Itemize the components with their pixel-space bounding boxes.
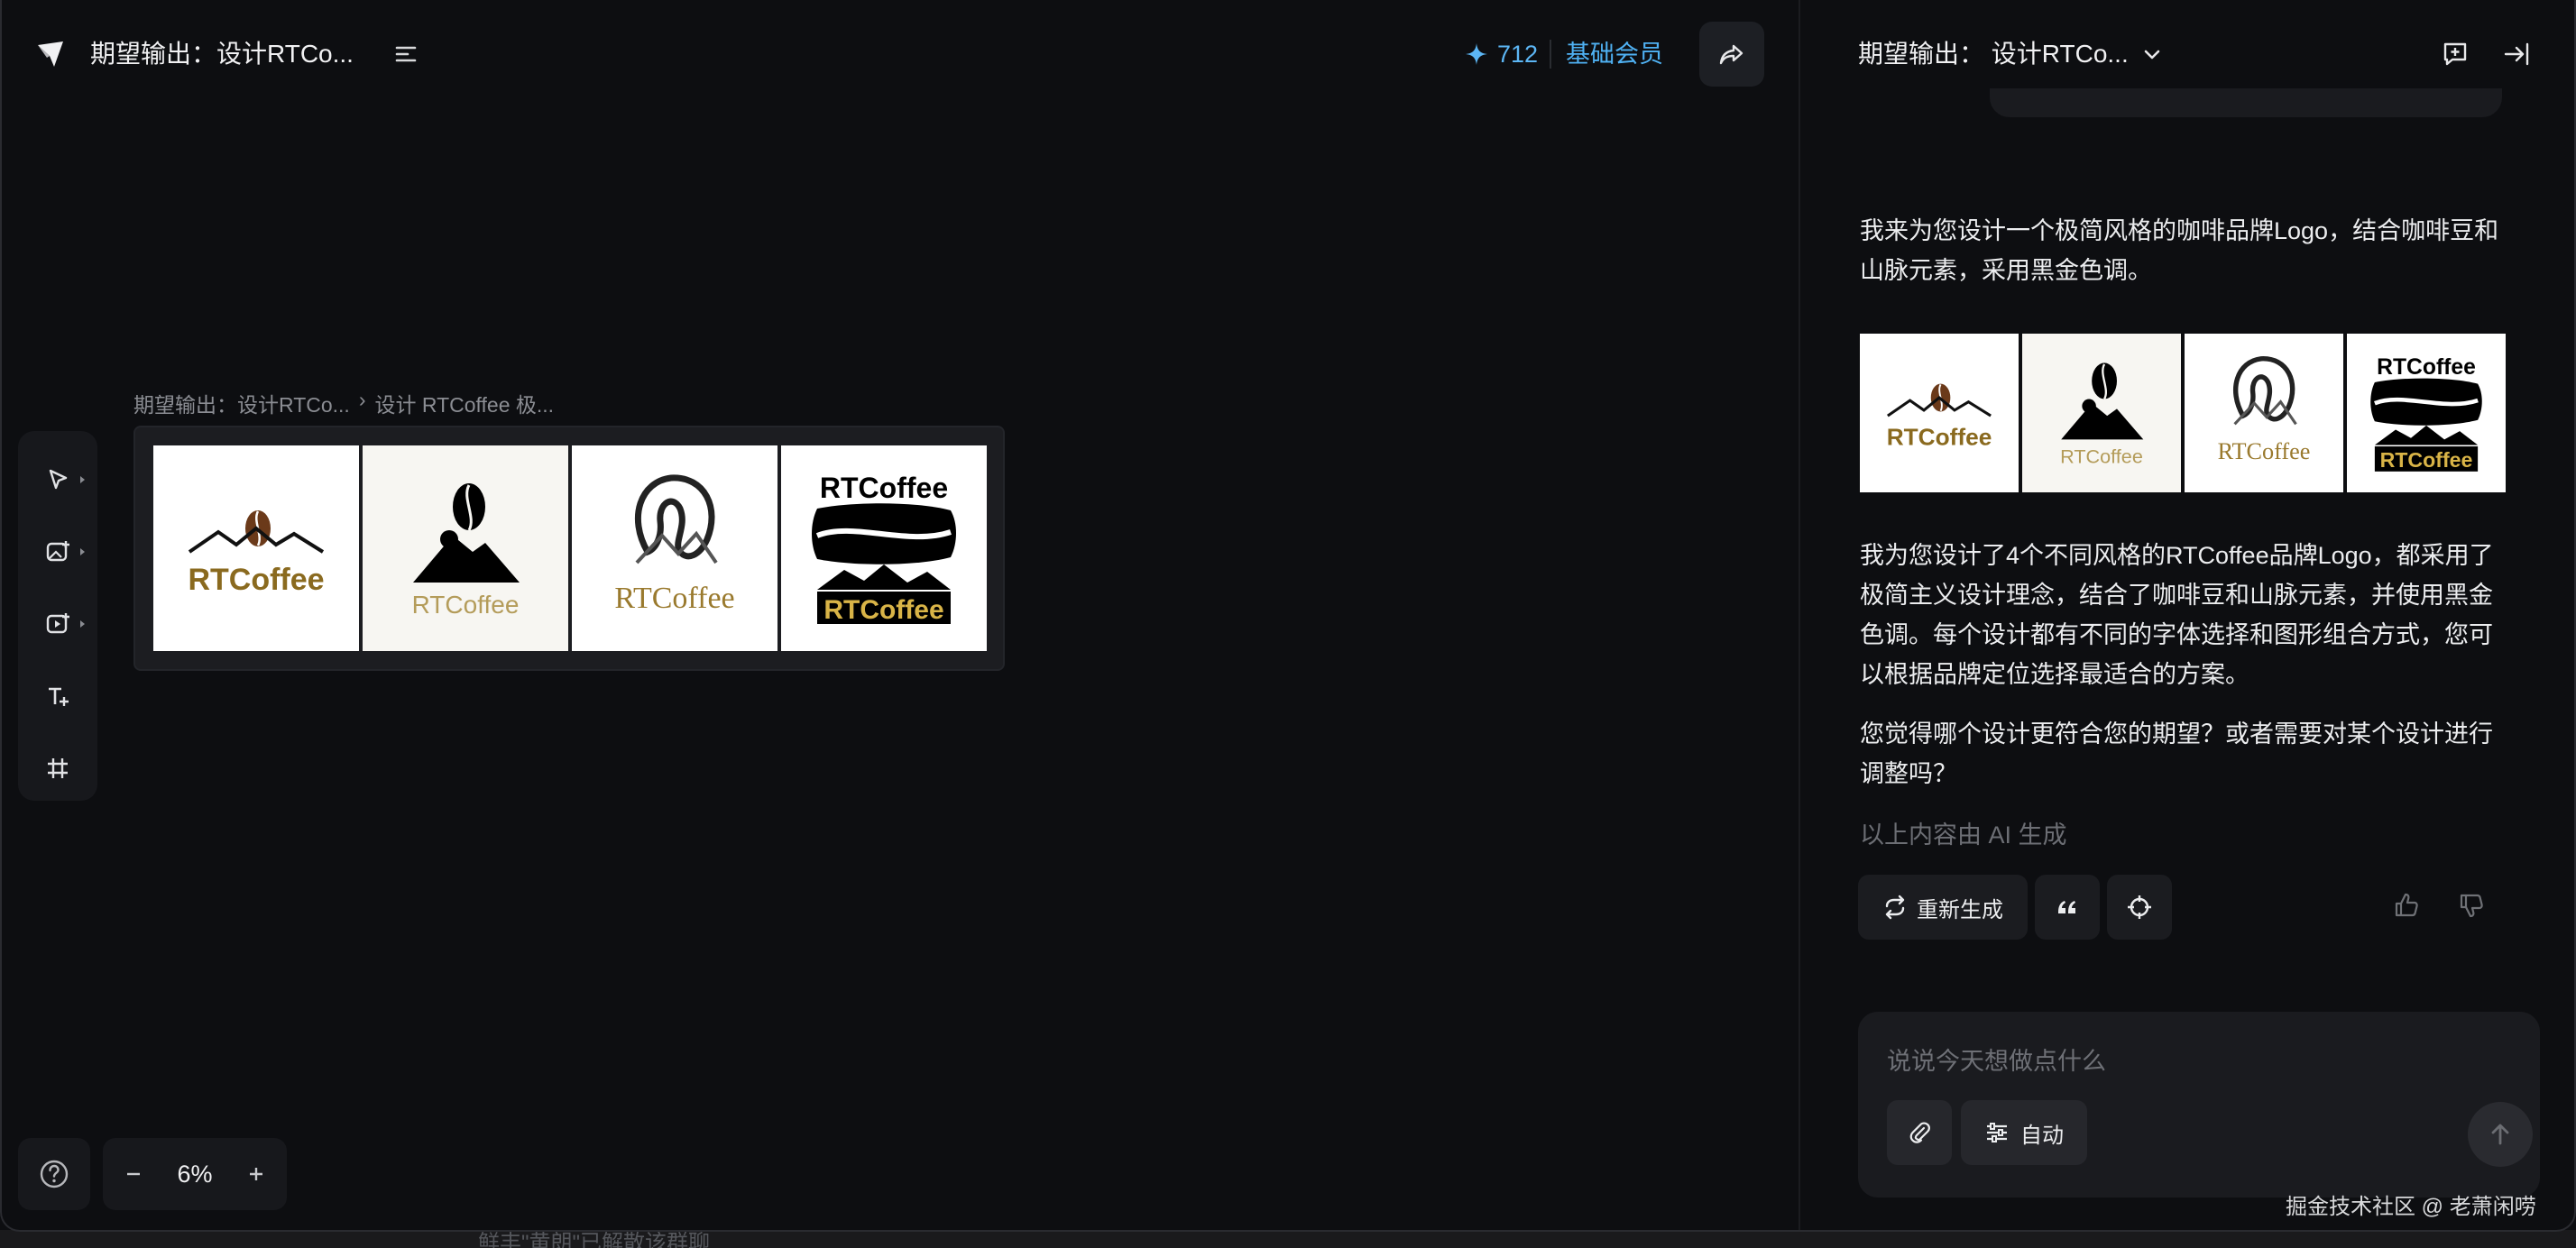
help-button[interactable] — [18, 1138, 90, 1210]
breadcrumb-current[interactable]: 设计 RTCoffee 极... — [375, 388, 555, 418]
logo-text: RTCoffee — [2060, 445, 2143, 468]
frame-tool[interactable] — [31, 741, 85, 795]
thumbs-up-icon — [2392, 891, 2424, 920]
breadcrumb-parent[interactable]: 期望输出：设计RTCo... — [133, 388, 350, 418]
quote-icon — [2055, 895, 2080, 920]
top-bar: 期望输出：设计RTCo... 712 基础会员 — [0, 0, 1799, 108]
logo-text: RTCoffee — [412, 591, 520, 619]
thumbs-up-button[interactable] — [2392, 891, 2424, 923]
logo-text-top: RTCoffee — [820, 472, 948, 504]
watermark: 掘金技术社区 @ 老萧闲唠 — [2286, 1195, 2536, 1219]
canvas-pane: 期望输出：设计RTCo... 712 基础会员 期望输出：设计RTCo... ›… — [0, 0, 1799, 1230]
expand-arrow-icon — [80, 548, 85, 555]
chat-title-dropdown[interactable]: 期望输出： 设计RTCo... — [1858, 36, 2163, 72]
new-chat-button[interactable] — [2439, 38, 2471, 70]
frame-icon — [44, 755, 71, 782]
share-button[interactable] — [1699, 22, 1764, 87]
assistant-message-body: 我为您设计了4个不同风格的RTCoffee品牌Logo，都采用了极简主义设计理念… — [1860, 542, 2494, 688]
chat-title: 期望输出： 设计RTCo... — [1858, 40, 2129, 68]
logo-thumbnail[interactable]: RTCoffee — [2022, 334, 2181, 492]
logo-text-bottom: RTCoffee — [2380, 448, 2473, 472]
arrow-up-icon — [2487, 1121, 2514, 1148]
collapse-panel-button[interactable] — [2500, 38, 2533, 70]
regenerate-label: 重新生成 — [1917, 897, 2003, 922]
regenerate-button[interactable]: 重新生成 — [1858, 875, 2028, 940]
refresh-icon — [1882, 895, 1908, 920]
logo-image-group[interactable]: RTCoffee RTCoffee RTCoffee RTCoffee RTCo… — [133, 426, 1005, 671]
new-chat-icon — [2439, 38, 2471, 70]
bean-swirl — [635, 474, 715, 560]
logo-tile[interactable]: RTCoffee — [153, 445, 359, 651]
zoom-in-button[interactable] — [242, 1160, 271, 1188]
zoom-control: 6% — [103, 1138, 287, 1210]
assistant-message-question: 您觉得哪个设计更符合您的期望？或者需要对某个设计进行调整吗？ — [1860, 720, 2493, 787]
divider — [1550, 40, 1551, 69]
video-plus-icon — [44, 610, 71, 638]
mode-label: 自动 — [2020, 1123, 2064, 1148]
cursor-icon — [44, 466, 71, 493]
app-logo-icon[interactable] — [34, 38, 67, 70]
locate-button[interactable] — [2107, 875, 2172, 940]
select-tool[interactable] — [31, 453, 85, 507]
chevron-down-icon — [2141, 43, 2163, 65]
image-generate-tool[interactable] — [31, 525, 85, 579]
message-input[interactable] — [1887, 1039, 2500, 1084]
membership-link[interactable]: 基础会员 — [1566, 36, 1663, 72]
crosshair-icon — [2126, 894, 2153, 921]
thumbs-down-icon — [2457, 891, 2489, 920]
paperclip-icon — [1907, 1120, 1932, 1145]
text-plus-icon — [44, 683, 71, 710]
credits-counter[interactable]: 712 — [1465, 36, 1538, 72]
logo-tile[interactable]: RTCoffee — [363, 445, 568, 651]
tool-sidebar — [18, 431, 97, 801]
previous-message-bubble — [1990, 88, 2502, 117]
logo-tile[interactable]: RTCoffee — [572, 445, 777, 651]
logo-tile[interactable]: RTCoffee RTCoffee — [781, 445, 987, 651]
menu-lines-icon[interactable] — [391, 40, 420, 69]
question-icon — [38, 1158, 70, 1190]
exit-panel-icon — [2500, 38, 2533, 70]
logo-text: RTCoffee — [1887, 424, 1992, 451]
send-button[interactable] — [2468, 1102, 2533, 1167]
logo-thumbnail[interactable]: RTCoffee RTCoffee — [2347, 334, 2506, 492]
expand-arrow-icon — [80, 476, 85, 483]
zoom-out-button[interactable] — [119, 1160, 148, 1188]
video-generate-tool[interactable] — [31, 597, 85, 651]
logo-text: RTCoffee — [188, 563, 324, 597]
share-icon — [1717, 40, 1746, 69]
mountain-shape — [817, 564, 951, 590]
text-tool[interactable] — [31, 669, 85, 723]
chat-pane: 期望输出： 设计RTCo... 我来为您设计一个极简风格的咖啡品牌Logo，结合… — [1800, 0, 2576, 1230]
message-image-gallery: RTCoffee RTCoffee RTCoffee RTCoffee RTCo… — [1860, 334, 2506, 492]
credits-count: 712 — [1497, 40, 1539, 68]
logo-text: RTCoffee — [614, 582, 734, 615]
zoom-level[interactable]: 6% — [177, 1161, 212, 1188]
logo-thumbnail[interactable]: RTCoffee — [2185, 334, 2343, 492]
expand-arrow-icon — [80, 620, 85, 628]
attach-button[interactable] — [1887, 1100, 1952, 1165]
background-window-text: 鲜丰"黄朗"已解散该群聊 — [478, 1231, 711, 1248]
logo-text-bottom: RTCoffee — [823, 595, 943, 625]
quote-button[interactable] — [2035, 875, 2100, 940]
mode-selector[interactable]: 自动 — [1961, 1100, 2087, 1165]
breadcrumb: 期望输出：设计RTCo... › 设计 RTCoffee 极... — [133, 388, 554, 418]
message-composer: 自动 — [1858, 1012, 2540, 1198]
thumbs-down-button[interactable] — [2457, 891, 2489, 923]
background-window-strip: 鲜丰"黄朗"已解散该群聊 — [0, 1230, 2576, 1248]
ai-generated-notice: 以上内容由 AI 生成 — [1860, 821, 2067, 849]
sliders-icon — [1984, 1120, 2010, 1145]
assistant-message-intro: 我来为您设计一个极简风格的咖啡品牌Logo，结合咖啡豆和山脉元素，采用黑金色调。 — [1860, 217, 2499, 284]
mountain-shape — [413, 536, 520, 583]
image-plus-icon — [44, 538, 71, 565]
sparkle-icon — [1465, 42, 1488, 66]
breadcrumb-separator: › — [358, 388, 366, 411]
logo-text: RTCoffee — [2218, 438, 2311, 464]
logo-text-top: RTCoffee — [2377, 355, 2476, 380]
logo-thumbnail[interactable]: RTCoffee — [1860, 334, 2019, 492]
project-title[interactable]: 期望输出：设计RTCo... — [90, 36, 354, 72]
